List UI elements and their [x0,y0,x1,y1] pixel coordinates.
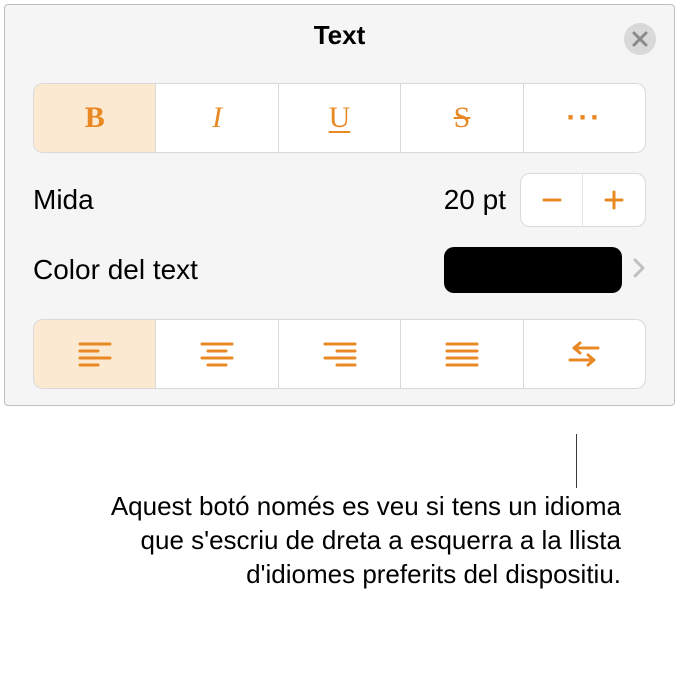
underline-icon: U [329,101,351,135]
italic-button[interactable]: I [156,84,278,152]
text-color-right-group [444,247,646,293]
text-style-segmented: B I U S ··· [33,83,646,153]
plus-icon [602,188,626,212]
bold-icon: B [85,101,105,135]
more-options-button[interactable]: ··· [524,84,645,152]
align-left-button[interactable] [34,320,156,388]
align-justify-icon [445,341,479,367]
alignment-segmented [33,319,646,389]
align-right-button[interactable] [279,320,401,388]
chevron-right-icon [632,257,646,284]
align-right-icon [323,341,357,367]
text-color-swatch[interactable] [444,247,622,293]
callout-line [576,434,577,488]
close-button[interactable] [624,23,656,55]
minus-icon [540,188,564,212]
callout-wrap: Aquest botó només es veu si tens un idio… [0,434,681,591]
bold-button[interactable]: B [34,84,156,152]
size-increase-button[interactable] [583,174,645,226]
text-color-row[interactable]: Color del text [33,247,646,293]
close-icon [632,31,648,47]
align-justify-button[interactable] [401,320,523,388]
size-decrease-button[interactable] [521,174,583,226]
panel-header: Text [5,5,674,65]
strikethrough-icon: S [454,101,471,135]
callout-text: Aquest botó només es veu si tens un idio… [100,434,621,591]
italic-icon: I [212,101,222,135]
size-right-group: 20 pt [444,173,646,227]
more-icon: ··· [566,101,602,135]
underline-button[interactable]: U [279,84,401,152]
align-center-icon [200,341,234,367]
size-value: 20 pt [444,184,506,216]
size-stepper [520,173,646,227]
rtl-direction-icon [566,341,602,367]
strikethrough-button[interactable]: S [401,84,523,152]
size-label: Mida [33,184,94,216]
text-color-label: Color del text [33,254,198,286]
text-format-panel: Text B I U S ··· Mida 20 pt [4,4,675,406]
align-center-button[interactable] [156,320,278,388]
rtl-direction-button[interactable] [524,320,645,388]
panel-title: Text [314,20,366,51]
size-row: Mida 20 pt [33,173,646,227]
align-left-icon [78,341,112,367]
